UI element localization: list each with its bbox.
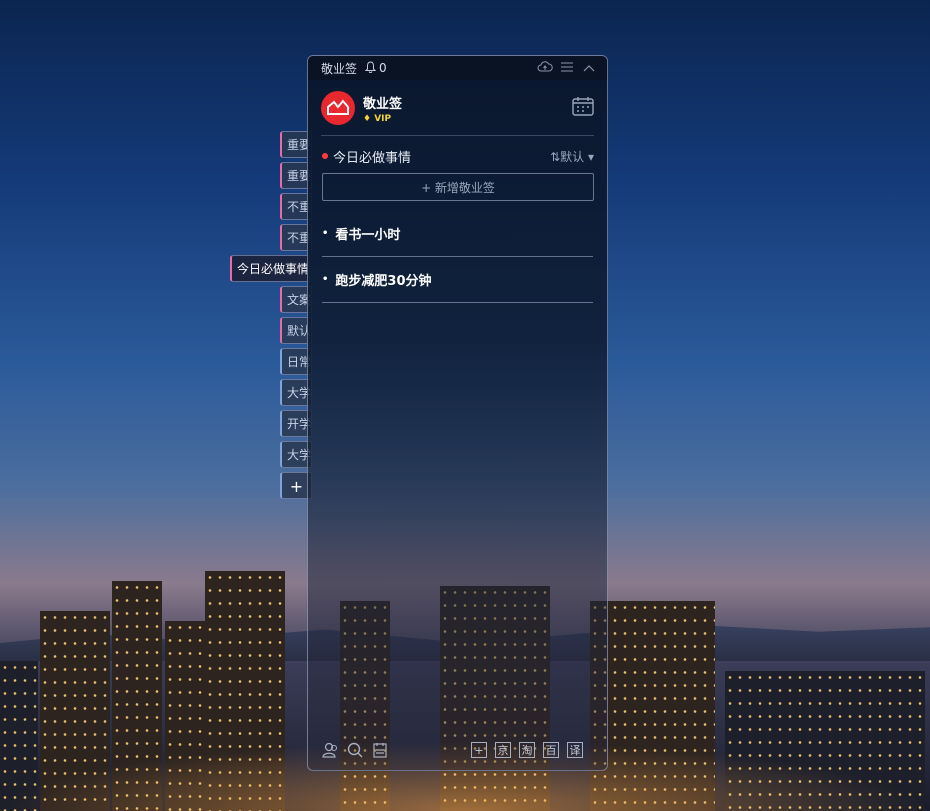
search-icon[interactable] — [347, 742, 363, 758]
task-text: 跑步减肥30分钟 — [335, 274, 432, 289]
title-bar[interactable]: 敬业签 0 — [308, 56, 607, 80]
sort-dropdown[interactable]: ⇅默认 ▾ — [550, 148, 594, 165]
shortcut-add-button[interactable]: + — [471, 742, 487, 758]
app-title: 敬业签 — [321, 61, 358, 76]
menu-icon[interactable] — [559, 61, 575, 75]
contacts-icon[interactable] — [322, 742, 338, 758]
cloud-sync-icon[interactable] — [537, 61, 553, 75]
divider — [321, 135, 594, 136]
vip-label: VIP — [374, 113, 392, 124]
list-header: 今日必做事情 ⇅默认 ▾ — [308, 146, 607, 166]
bottom-toolbar: + 京 淘 百 译 — [322, 740, 583, 760]
list-title: 今日必做事情 — [333, 150, 412, 166]
side-tab-active[interactable]: 今日必做事情 — [230, 255, 310, 282]
shortcut-jd-button[interactable]: 京 — [495, 742, 511, 758]
shortcut-baidu-button[interactable]: 百 — [543, 742, 559, 758]
notes-icon[interactable] — [372, 742, 388, 758]
calendar-icon[interactable] — [572, 96, 594, 120]
collapse-chevron-up-icon[interactable] — [581, 61, 597, 75]
task-text: 看书一小时 — [335, 228, 401, 243]
shortcut-taobao-button[interactable]: 淘 — [519, 742, 535, 758]
status-dot — [322, 153, 328, 159]
profile-header: 敬业签 ♦ VIP — [308, 80, 607, 126]
brand-block: 敬业签 ♦ VIP — [363, 93, 402, 124]
list-item[interactable]: • 跑步减肥30分钟 — [322, 257, 593, 303]
list-item[interactable]: • 看书一小时 — [322, 211, 593, 257]
task-list: • 看书一小时 • 跑步减肥30分钟 — [308, 211, 607, 303]
vip-badge: ♦ VIP — [363, 114, 402, 124]
bullet-icon: • — [322, 228, 329, 239]
sticky-note-panel: 敬业签 0 敬业签 ♦ VIP 今日必做事情 ⇅默认 ▾ + 新增敬业签 • 看… — [307, 55, 608, 771]
shortcut-translate-button[interactable]: 译 — [567, 742, 583, 758]
brand-name: 敬业签 — [363, 96, 403, 112]
diamond-icon: ♦ — [363, 113, 372, 124]
app-logo-avatar[interactable] — [321, 91, 355, 125]
notification-count: 0 — [379, 61, 387, 75]
bullet-icon: • — [322, 274, 329, 285]
add-note-button[interactable]: + 新增敬业签 — [322, 173, 594, 201]
bell-icon[interactable] — [364, 60, 377, 76]
